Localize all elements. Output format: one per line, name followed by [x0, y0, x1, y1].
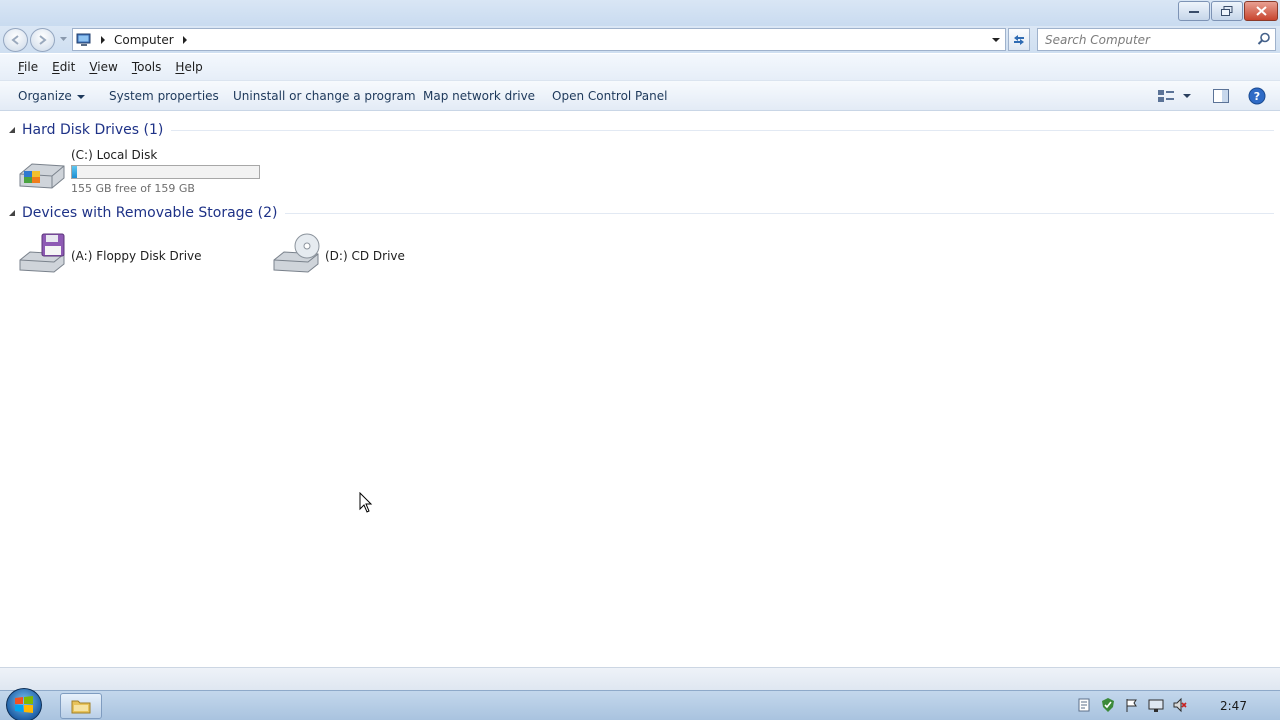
forward-button[interactable] [30, 28, 55, 52]
drive-details: (C:) Local Disk 155 GB free of 159 GB [71, 148, 260, 196]
taskbar-clock[interactable]: 2:47 [1220, 699, 1247, 713]
menu-tools[interactable]: Tools [125, 60, 169, 74]
breadcrumb-separator-icon[interactable] [180, 35, 190, 45]
back-button[interactable] [3, 28, 28, 52]
windows-logo-icon [15, 696, 33, 713]
address-bar[interactable]: Computer [72, 28, 1006, 51]
collapse-triangle-icon[interactable] [8, 209, 16, 217]
group-title: Hard Disk Drives (1) [22, 122, 164, 138]
svg-text:?: ? [1254, 90, 1260, 103]
capacity-bar [71, 165, 260, 179]
back-arrow-icon [11, 35, 19, 45]
floppy-disk-drive-icon [19, 233, 65, 273]
restore-icon [1221, 6, 1233, 16]
recent-pages-dropdown-icon[interactable] [59, 34, 68, 43]
drive-free-space: 155 GB free of 159 GB [71, 182, 195, 195]
collapse-triangle-icon[interactable] [8, 126, 16, 134]
folder-icon [71, 700, 91, 714]
window-controls [1177, 1, 1278, 21]
minimize-icon [1189, 11, 1199, 13]
breadcrumb-computer[interactable]: Computer [114, 33, 174, 47]
tray-network-icon[interactable] [1148, 697, 1164, 713]
cd-drive-icon [273, 233, 320, 273]
help-icon: ? [1248, 87, 1266, 105]
search-input[interactable] [1038, 29, 1248, 50]
minimize-button[interactable] [1178, 1, 1210, 21]
close-button[interactable] [1244, 1, 1278, 21]
tray-flag-icon[interactable] [1124, 697, 1140, 713]
menu-help[interactable]: Help [168, 60, 209, 74]
menu-tools-label: ools [137, 60, 162, 74]
map-network-drive-button[interactable]: Map network drive [423, 89, 535, 103]
status-bar [0, 667, 1280, 690]
address-history-dropdown-icon[interactable] [991, 35, 1001, 45]
organize-button[interactable]: Organize [18, 89, 85, 103]
system-properties-button[interactable]: System properties [109, 89, 219, 103]
breadcrumb-separator-icon[interactable] [98, 35, 108, 45]
menu-edit-label: dit [59, 60, 76, 74]
group-divider [285, 212, 1274, 214]
tray-notes-icon[interactable] [1076, 697, 1092, 713]
search-box [1037, 28, 1276, 51]
menu-help-label: elp [184, 60, 203, 74]
drive-details: (D:) CD Drive [325, 249, 405, 263]
forward-arrow-icon [39, 35, 47, 45]
help-button[interactable]: ? [1248, 87, 1266, 108]
open-control-panel-button[interactable]: Open Control Panel [552, 89, 667, 103]
chevron-down-icon [76, 94, 85, 99]
drive-name: (C:) Local Disk [71, 148, 158, 162]
group-header-hard-disks[interactable]: Hard Disk Drives (1) [8, 122, 1274, 138]
drive-name: (D:) CD Drive [325, 249, 405, 263]
preview-pane-button[interactable] [1212, 87, 1230, 108]
taskbar-explorer-button[interactable] [60, 693, 102, 719]
group-header-removable[interactable]: Devices with Removable Storage (2) [8, 205, 1274, 221]
close-icon [1255, 6, 1267, 16]
start-button[interactable] [6, 688, 42, 720]
organize-label: Organize [18, 89, 72, 103]
tray-volume-muted-icon[interactable] [1172, 697, 1188, 713]
system-tray [1076, 697, 1196, 713]
drive-name: (A:) Floppy Disk Drive [71, 249, 202, 263]
content-pane: Hard Disk Drives (1) (C:) Local Disk 155… [0, 112, 1280, 667]
view-options-icon [1158, 90, 1191, 102]
group-title: Devices with Removable Storage (2) [22, 205, 278, 221]
search-icon[interactable] [1257, 32, 1271, 46]
preview-pane-icon [1213, 89, 1229, 103]
computer-location-icon [76, 33, 91, 46]
command-bar: Organize System properties Uninstall or … [0, 81, 1280, 111]
drive-details: (A:) Floppy Disk Drive [71, 249, 202, 263]
hard-disk-icon [19, 163, 65, 189]
menu-edit-accesskey: E [52, 60, 60, 74]
refresh-icon [1014, 34, 1024, 45]
address-row: Computer [0, 26, 1280, 53]
refresh-button[interactable] [1008, 28, 1030, 51]
drive-a[interactable]: (A:) Floppy Disk Drive [18, 232, 202, 280]
tray-security-icon[interactable] [1100, 697, 1116, 713]
group-divider [171, 129, 1274, 131]
menu-view[interactable]: View [82, 60, 124, 74]
title-bar [0, 0, 1280, 26]
drive-d[interactable]: (D:) CD Drive [272, 232, 405, 280]
uninstall-program-button[interactable]: Uninstall or change a program [233, 89, 416, 103]
drive-c[interactable]: (C:) Local Disk 155 GB free of 159 GB [18, 148, 260, 196]
taskbar: 2:47 [0, 688, 1280, 720]
capacity-bar-fill [72, 166, 77, 178]
change-view-button[interactable] [1157, 87, 1193, 108]
restore-button[interactable] [1211, 1, 1243, 21]
menu-file[interactable]: File [11, 60, 45, 74]
menu-view-label: iew [97, 60, 118, 74]
menu-edit[interactable]: Edit [45, 60, 82, 74]
mouse-cursor-icon [359, 492, 373, 513]
menu-bar: File Edit View Tools Help [0, 54, 1280, 81]
menu-file-label: ile [24, 60, 39, 74]
